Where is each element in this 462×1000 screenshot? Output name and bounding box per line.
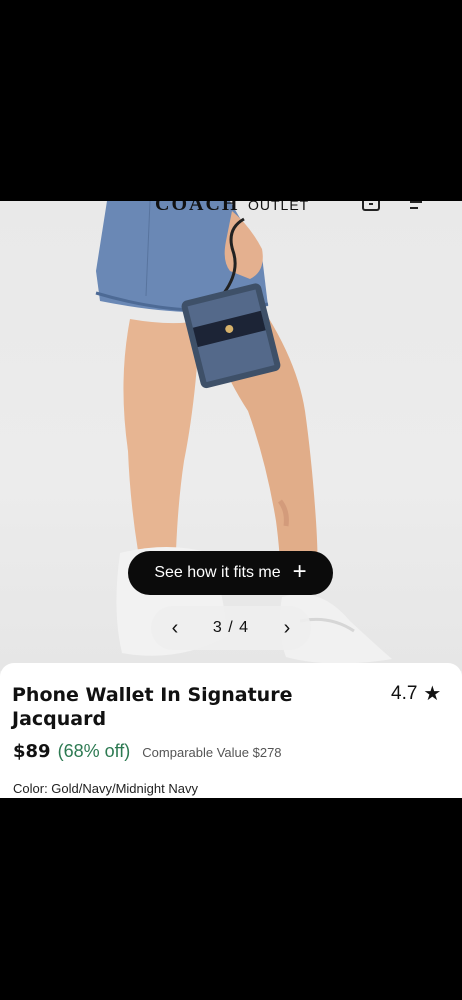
product-photo xyxy=(0,201,462,671)
model-image xyxy=(95,201,392,664)
product-rating[interactable]: 4.7 ★ xyxy=(391,683,441,705)
rating-value: 4.7 xyxy=(391,683,418,704)
pager-count: 3 / 4 xyxy=(212,619,250,636)
see-how-it-fits-button[interactable]: See how it fits me + xyxy=(128,551,333,595)
chevron-right-icon[interactable]: › xyxy=(277,617,297,640)
top-black-area xyxy=(0,0,462,201)
image-pager: ‹ 3 / 4 › xyxy=(151,606,311,650)
price: $89 xyxy=(13,741,51,762)
brand-logo[interactable]: COACH xyxy=(155,201,239,216)
bottom-black-area xyxy=(0,798,462,1000)
star-icon: ★ xyxy=(423,683,442,705)
plus-icon: + xyxy=(292,558,307,585)
discount-badge: (68% off) xyxy=(57,741,131,761)
price-row: $89 (68% off) Comparable Value $278 xyxy=(13,741,282,762)
fit-button-label: See how it fits me xyxy=(154,564,281,581)
comparable-value: Comparable Value $278 xyxy=(142,745,282,760)
header: COACH OUTLET xyxy=(0,201,462,216)
product-details-card: Phone Wallet In Signature Jacquard 4.7 ★… xyxy=(0,663,462,798)
chevron-left-icon[interactable]: ‹ xyxy=(165,617,185,640)
product-title: Phone Wallet In Signature Jacquard xyxy=(12,684,293,730)
product-screen: COACH OUTLET See how it fits me + ‹ 3 / … xyxy=(0,201,462,798)
color-selection[interactable]: Color: Gold/Navy/Midnight Navy xyxy=(13,781,198,796)
menu-search-icon[interactable] xyxy=(410,201,436,209)
shopping-bag-icon[interactable] xyxy=(362,201,380,211)
brand-subtitle: OUTLET xyxy=(248,201,310,213)
